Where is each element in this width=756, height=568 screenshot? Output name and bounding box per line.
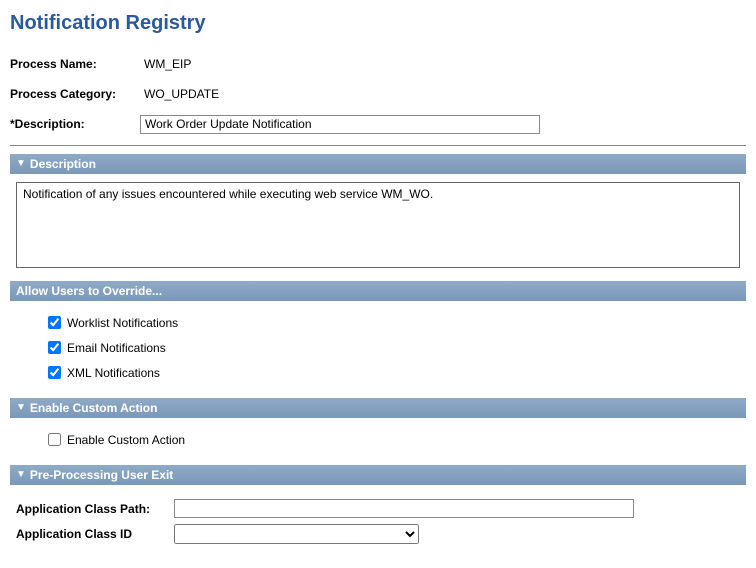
xml-label[interactable]: XML Notifications xyxy=(67,366,160,380)
divider xyxy=(10,145,746,146)
enable-custom-action-row: Enable Custom Action xyxy=(44,430,740,449)
app-class-id-select[interactable] xyxy=(174,524,419,544)
description-section-title: Description xyxy=(30,157,96,171)
description-section-bar[interactable]: ▼ Description xyxy=(10,154,746,174)
email-checkbox[interactable] xyxy=(48,341,61,354)
custom-action-section-body: Enable Custom Action xyxy=(10,424,746,465)
preproc-section-body: Application Class Path: Application Clas… xyxy=(10,491,746,560)
description-input[interactable] xyxy=(140,115,540,134)
app-class-path-input[interactable] xyxy=(174,499,634,518)
header-fields: Process Name: WM_EIP Process Category: W… xyxy=(10,53,746,135)
override-section-bar[interactable]: Allow Users to Override... xyxy=(10,281,746,301)
worklist-checkbox[interactable] xyxy=(48,316,61,329)
chevron-down-icon: ▼ xyxy=(16,403,26,413)
process-name-row: Process Name: WM_EIP xyxy=(10,53,746,75)
chevron-down-icon: ▼ xyxy=(16,470,26,480)
process-category-value: WO_UPDATE xyxy=(140,87,219,101)
email-label[interactable]: Email Notifications xyxy=(67,341,166,355)
preproc-section-title: Pre-Processing User Exit xyxy=(30,468,173,482)
process-name-label: Process Name: xyxy=(10,57,140,71)
app-class-path-row: Application Class Path: xyxy=(16,499,740,518)
description-section-body xyxy=(10,180,746,281)
custom-action-section-bar[interactable]: ▼ Enable Custom Action xyxy=(10,398,746,418)
app-class-id-label: Application Class ID xyxy=(16,527,174,541)
override-section-body: Worklist Notifications Email Notificatio… xyxy=(10,307,746,398)
page-title: Notification Registry xyxy=(10,12,746,35)
email-notifications-row: Email Notifications xyxy=(44,338,740,357)
preproc-section-bar[interactable]: ▼ Pre-Processing User Exit xyxy=(10,465,746,485)
xml-checkbox[interactable] xyxy=(48,366,61,379)
process-category-row: Process Category: WO_UPDATE xyxy=(10,83,746,105)
description-label: *Description: xyxy=(10,117,140,131)
custom-action-section-title: Enable Custom Action xyxy=(30,401,158,415)
enable-custom-action-checkbox[interactable] xyxy=(48,433,61,446)
chevron-down-icon: ▼ xyxy=(16,159,26,169)
app-class-id-row: Application Class ID xyxy=(16,524,740,544)
process-category-label: Process Category: xyxy=(10,87,140,101)
worklist-label[interactable]: Worklist Notifications xyxy=(67,316,178,330)
xml-notifications-row: XML Notifications xyxy=(44,363,740,382)
description-row: *Description: xyxy=(10,113,746,135)
app-class-path-label: Application Class Path: xyxy=(16,502,174,516)
enable-custom-action-label[interactable]: Enable Custom Action xyxy=(67,433,185,447)
process-name-value: WM_EIP xyxy=(140,57,191,71)
description-textarea[interactable] xyxy=(16,182,740,268)
worklist-notifications-row: Worklist Notifications xyxy=(44,313,740,332)
override-section-title: Allow Users to Override... xyxy=(16,284,162,298)
